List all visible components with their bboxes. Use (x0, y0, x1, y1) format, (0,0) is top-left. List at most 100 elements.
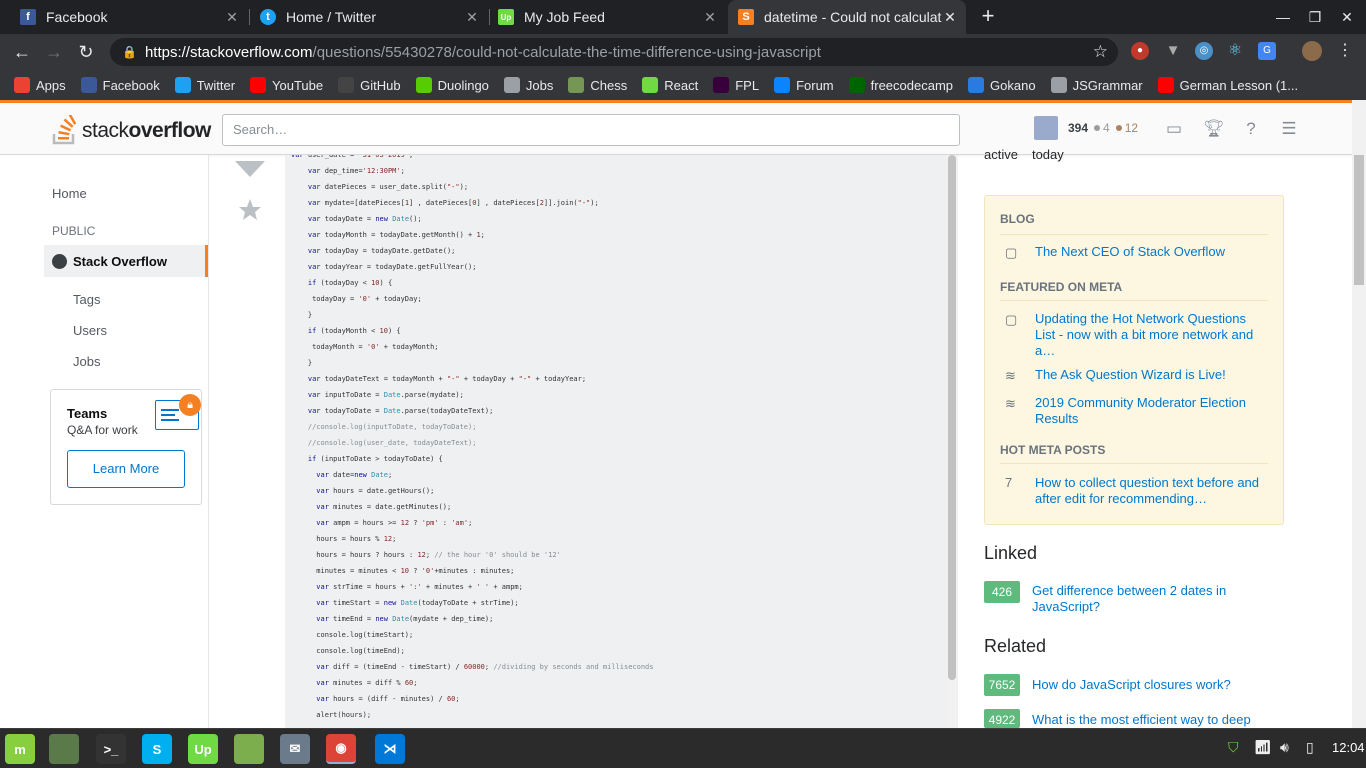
bookmark-item[interactable]: GitHub (338, 77, 401, 93)
files-icon[interactable] (234, 734, 264, 764)
bronze-badge-icon (1115, 125, 1122, 131)
minimize-button[interactable]: — (1274, 8, 1292, 26)
extension-circle-icon[interactable]: ◎ (1195, 42, 1213, 60)
bookmark-item[interactable]: Gokano (968, 77, 1036, 93)
meta-link[interactable]: 2019 Community Moderator Election Result… (1035, 395, 1265, 427)
bookmark-item[interactable]: freecodecamp (848, 77, 953, 93)
extension-badge-icon[interactable]: ● (1131, 42, 1149, 60)
code-line: console.log(timeEnd); (291, 647, 405, 655)
bookmark-label: Facebook (102, 77, 160, 93)
nav-users[interactable]: Users (73, 323, 107, 338)
bookmark-item[interactable]: JSGrammar (1050, 77, 1143, 93)
translate-icon[interactable]: G (1258, 42, 1276, 60)
search-input[interactable]: Search… (222, 114, 960, 146)
wifi-icon[interactable]: 📶︎ (1254, 739, 1272, 756)
bookmark-favicon-icon (80, 77, 97, 93)
address-bar[interactable]: 🔒 https://stackoverflow.com/questions/55… (110, 38, 1118, 66)
bookmark-item[interactable]: Jobs (503, 77, 553, 93)
code-scrollbar-thumb[interactable] (948, 155, 956, 680)
bookmark-item[interactable]: FPL (713, 77, 759, 93)
tab-stackoverflow[interactable]: S datetime - Could not calculate t ✕ (728, 0, 966, 34)
tab-facebook[interactable]: f Facebook ✕ (0, 0, 248, 34)
upwork-icon[interactable]: Up (188, 734, 218, 764)
nav-tags[interactable]: Tags (73, 292, 100, 307)
so-logo[interactable]: stackoverflow (52, 113, 211, 145)
chrome-icon[interactable]: ◉ (326, 734, 356, 764)
close-icon[interactable]: ✕ (702, 9, 718, 26)
code-line: var todayDateText = todayMonth + "-" + t… (307, 375, 587, 383)
hot-post-count: 7 (1005, 475, 1013, 490)
bookmark-item[interactable]: Chess (568, 77, 627, 93)
bookmark-item[interactable]: YouTube (250, 77, 323, 93)
tab-twitter[interactable]: t Home / Twitter ✕ (250, 0, 488, 34)
lock-icon: 🔒 (122, 45, 137, 59)
code-line: var timeEnd = new Date(mydate + dep_time… (316, 615, 494, 623)
shield-icon[interactable]: ⛉ (1228, 739, 1239, 756)
linked-link[interactable]: Get difference between 2 dates in JavaSc… (1032, 583, 1282, 615)
bookmark-favicon-icon (774, 77, 791, 93)
nav-jobs[interactable]: Jobs (73, 354, 100, 369)
reload-button[interactable]: ↻ (75, 41, 97, 63)
close-icon[interactable]: ✕ (464, 9, 480, 26)
avatar[interactable] (1034, 116, 1058, 140)
related-score[interactable]: 7652 (984, 674, 1020, 696)
meta-link[interactable]: The Ask Question Wizard is Live! (1035, 367, 1265, 383)
bookmark-item[interactable]: Facebook (80, 77, 160, 93)
learn-more-button[interactable]: Learn More (67, 450, 185, 488)
code-line: hours = hours ? hours : 12; // the hour … (291, 551, 561, 559)
skype-icon[interactable]: S (142, 734, 172, 764)
bookmark-favicon-icon (14, 77, 30, 93)
hot-meta-link[interactable]: How to collect question text before and … (1035, 475, 1265, 507)
upwork-icon: Up (498, 9, 514, 25)
nav-stack-overflow-label: Stack Overflow (73, 253, 167, 269)
profile-avatar-icon[interactable] (1302, 41, 1322, 61)
bookmark-star-icon[interactable]: ☆ (1093, 42, 1108, 62)
vue-devtools-icon[interactable]: ▼ (1164, 42, 1182, 60)
react-devtools-icon[interactable]: ⚛ (1226, 42, 1244, 60)
thunderbird-icon[interactable]: ✉ (280, 734, 310, 764)
close-icon[interactable]: ✕ (942, 9, 958, 26)
close-icon[interactable]: ✕ (224, 9, 240, 26)
battery-icon[interactable]: ▯ (1306, 739, 1314, 756)
site-switcher-icon[interactable]: ☰ (1279, 119, 1299, 139)
show-desktop-icon[interactable] (49, 734, 79, 764)
maximize-button[interactable]: ❐ (1306, 8, 1324, 26)
vscode-icon[interactable]: ⋊ (375, 734, 405, 764)
bookmark-item[interactable]: Forum (774, 77, 834, 93)
teams-promo: Teams Q&A for work 🔒︎ Learn More (50, 389, 202, 505)
favorite-star-icon[interactable] (230, 197, 270, 221)
related-link[interactable]: How do JavaScript closures work? (1032, 677, 1282, 693)
bookmark-item[interactable]: Duolingo (415, 77, 489, 93)
inbox-icon[interactable]: ▭ (1164, 119, 1184, 139)
back-button[interactable]: ← (11, 41, 33, 63)
nav-home[interactable]: Home (52, 186, 87, 201)
bookmark-item[interactable]: Twitter (174, 77, 235, 93)
bookmark-item[interactable]: React (642, 77, 698, 93)
related-score[interactable]: 4922 (984, 709, 1020, 728)
logo-text-bold: overflow (128, 119, 212, 142)
blog-link[interactable]: The Next CEO of Stack Overflow (1035, 244, 1265, 260)
related-link[interactable]: What is the most efficient way to deep (1032, 712, 1282, 728)
user-card[interactable]: 394 4 12 (1034, 116, 1138, 140)
nav-stack-overflow[interactable]: Stack Overflow (44, 245, 208, 277)
mint-menu-icon[interactable]: m (5, 734, 35, 764)
code-line: //console.log(inputToDate, todayToDate); (307, 423, 477, 431)
page-scrollbar-thumb[interactable] (1354, 155, 1364, 285)
new-tab-button[interactable]: + (977, 5, 999, 27)
bookmark-item[interactable]: German Lesson (1... (1157, 77, 1298, 93)
bookmark-favicon-icon (568, 77, 585, 93)
window-close-button[interactable]: ✕ (1338, 8, 1356, 26)
achievements-icon[interactable]: 🏆︎ (1203, 119, 1225, 139)
downvote-icon[interactable] (230, 155, 270, 181)
tab-job-feed[interactable]: Up My Job Feed ✕ (490, 0, 726, 34)
linked-score[interactable]: 426 (984, 581, 1020, 603)
bookmark-label: React (664, 77, 699, 93)
volume-icon[interactable]: 🔊︎ (1280, 739, 1289, 756)
meta-link[interactable]: Updating the Hot Network Questions List … (1035, 311, 1265, 359)
menu-kebab-icon[interactable]: ⋮ (1336, 42, 1354, 60)
help-icon[interactable]: ? (1241, 119, 1261, 139)
bookmark-item[interactable]: Apps (14, 77, 66, 93)
terminal-icon[interactable]: >_ (96, 734, 126, 764)
bookmark-favicon-icon (503, 77, 520, 93)
forward-button[interactable]: → (43, 41, 65, 63)
